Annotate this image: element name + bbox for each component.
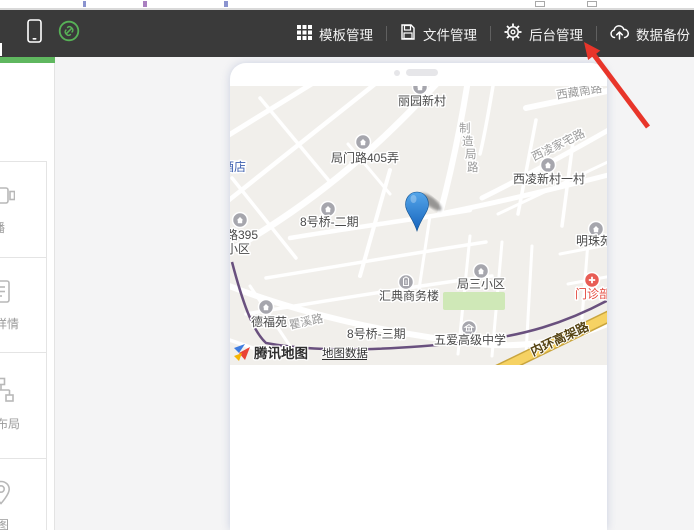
poi-clinic-icon [585, 273, 600, 288]
map-label-hotel: 酒店 [230, 160, 246, 174]
sidebar-item-label: 图 [0, 516, 9, 530]
phone-preview: 丽园新村 西藏南路 制 造 局 路 西凌家宅路 西凌新村一村 局门路405弄 酒… [230, 63, 607, 530]
map-label-bridge2: 8号桥-二期 [300, 215, 359, 229]
map-label-xiaoqu: 小区 [230, 242, 250, 256]
poi-house-icon [259, 300, 274, 315]
top-toolbar: 模板管理 文件管理 后台管理 数据备份 [0, 10, 694, 57]
browser-remnant-mark [587, 1, 597, 7]
sidebar-item-label: 详情 [0, 315, 19, 332]
component-sidebar: 播 详情 布局 图 [0, 63, 55, 530]
map-park [443, 292, 505, 310]
browser-remnant-strip [0, 0, 694, 10]
cloud-upload-icon [610, 24, 629, 43]
map-label-huidian: 汇典商务楼 [379, 288, 439, 303]
menu-label: 文件管理 [423, 24, 477, 44]
map-label-zhizaoju-char: 造 [462, 134, 474, 148]
menu-label: 数据备份 [636, 24, 690, 44]
map-label-zhizaoju-char: 制 [459, 122, 471, 135]
phone-preview-icon[interactable] [27, 19, 42, 48]
carousel-icon [0, 182, 15, 215]
map-label-xiling-village: 西凌新村一村 [513, 171, 585, 186]
map-label-zhizaoju-char: 路 [467, 160, 479, 174]
grid-icon [297, 25, 312, 43]
map-label-defuyuan: 德福苑 [251, 314, 287, 329]
map-label-zhizaoju-char: 局 [465, 148, 477, 161]
toolbar-divider [386, 26, 387, 41]
sidebar-item-map[interactable]: 图 [0, 458, 46, 530]
phone-camera-dot [394, 70, 400, 76]
map-label-liyuan: 丽园新村 [398, 93, 446, 108]
map-label-jumen405: 局门路405弄 [331, 150, 399, 165]
menu-data-backup[interactable]: 数据备份 [610, 24, 690, 44]
map-label-jusan: 局三小区 [457, 277, 505, 291]
sidebar-item-carousel[interactable]: 播 [0, 161, 46, 257]
map-data-link[interactable]: 地图数据 [322, 346, 368, 360]
clipped-monitor-icon [0, 43, 2, 56]
gear-icon [504, 23, 522, 44]
link-icon[interactable] [58, 20, 80, 47]
sidebar-item-label: 播 [0, 219, 5, 236]
app-window: 模板管理 文件管理 后台管理 数据备份 [0, 0, 694, 530]
map-pin-icon [0, 479, 15, 512]
map-label-bridge3: 8号桥-三期 [347, 327, 406, 341]
browser-remnant-mark [224, 1, 228, 7]
map-label-wuai: 五爱高级中学 [434, 332, 506, 347]
map-label-clinic: 门诊部 [575, 286, 607, 301]
map-label-mingzhu: 明珠苑 [576, 234, 607, 248]
detail-icon [0, 278, 15, 311]
toolbar-divider [490, 26, 491, 41]
sidebar-item-label: 布局 [0, 415, 20, 432]
poi-house-icon [356, 135, 371, 150]
menu-label: 后台管理 [529, 24, 583, 44]
map-label-road395: 路395 [230, 227, 258, 242]
browser-remnant-mark [143, 1, 147, 7]
sidebar-item-detail[interactable]: 详情 [0, 257, 46, 352]
browser-remnant-mark [83, 1, 86, 7]
poi-building-icon [399, 275, 414, 290]
menu-template-management[interactable]: 模板管理 [297, 24, 373, 44]
layout-icon [0, 377, 15, 410]
sidebar-item-layout[interactable]: 布局 [0, 352, 46, 458]
save-icon [400, 24, 416, 43]
phone-speaker [406, 69, 438, 76]
poi-house-icon [233, 213, 248, 228]
browser-remnant-mark [535, 1, 545, 7]
toolbar-divider [596, 26, 597, 41]
menu-label: 模板管理 [319, 24, 373, 44]
map-preview[interactable]: 丽园新村 西藏南路 制 造 局 路 西凌家宅路 西凌新村一村 局门路405弄 酒… [230, 86, 607, 365]
menu-backend-management[interactable]: 后台管理 [504, 23, 583, 44]
map-brand-label: 腾讯地图 [254, 345, 308, 361]
menu-file-management[interactable]: 文件管理 [400, 24, 477, 44]
